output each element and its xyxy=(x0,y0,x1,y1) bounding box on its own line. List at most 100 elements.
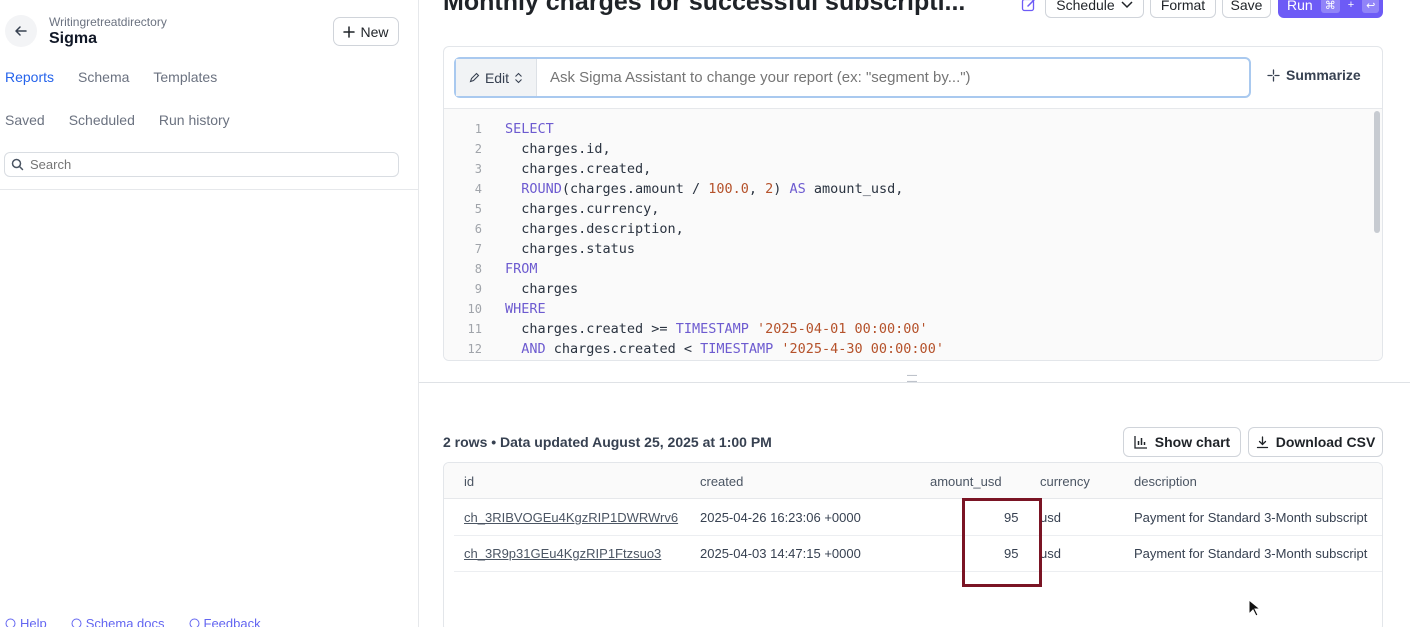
results-table: id created amount_usd currency descripti… xyxy=(443,462,1383,627)
download-csv-label: Download CSV xyxy=(1275,434,1376,450)
cell-description: Payment for Standard 3-Month subscript xyxy=(1134,510,1368,525)
code-text: WHERE xyxy=(505,301,546,317)
column-header-amount-usd[interactable]: amount_usd xyxy=(930,474,1002,489)
shortcut-enter: ↩ xyxy=(1362,0,1380,13)
secondary-nav: Saved Scheduled Run history xyxy=(5,112,230,128)
download-icon xyxy=(1256,435,1268,448)
line-number: 3 xyxy=(474,162,482,176)
resize-grip-icon[interactable]: — — xyxy=(906,371,918,387)
download-csv-button[interactable]: Download CSV xyxy=(1248,427,1383,457)
code-line: 3 charges.created, xyxy=(444,159,652,179)
pencil-icon xyxy=(469,72,480,83)
new-report-button[interactable]: New xyxy=(333,17,399,46)
column-header-currency[interactable]: currency xyxy=(1040,474,1090,489)
org-name: Sigma xyxy=(49,30,98,47)
search-box xyxy=(4,152,399,177)
format-label: Format xyxy=(1160,0,1206,13)
code-line: 1 SELECT xyxy=(444,119,554,139)
line-number: 4 xyxy=(474,182,482,196)
cell-description: Payment for Standard 3-Month subscript xyxy=(1134,546,1368,561)
save-button[interactable]: Save xyxy=(1222,0,1271,18)
line-number: 7 xyxy=(474,242,482,256)
column-header-id[interactable]: id xyxy=(464,474,474,489)
feedback-link[interactable]: Feedback xyxy=(189,616,261,627)
line-number: 8 xyxy=(474,262,482,276)
tab-schema[interactable]: Schema xyxy=(78,69,129,85)
editor-scrollbar[interactable] xyxy=(1374,111,1380,233)
tab-templates[interactable]: Templates xyxy=(153,69,217,85)
code-line: 5 charges.currency, xyxy=(444,199,660,219)
cell-id[interactable]: ch_3R9p31GEu4KgzRIP1Ftzsuo3 xyxy=(464,546,661,561)
mouse-cursor-icon xyxy=(1248,599,1260,617)
cell-currency: usd xyxy=(1040,510,1061,525)
code-line: 9 charges xyxy=(444,279,578,299)
table-row[interactable]: ch_3R9p31GEu4KgzRIP1Ftzsuo3 2025-04-03 1… xyxy=(454,536,1382,572)
feedback-label: Feedback xyxy=(203,616,261,627)
tab-reports[interactable]: Reports xyxy=(5,69,54,85)
run-button[interactable]: Run ⌘ + ↩ xyxy=(1278,0,1383,18)
code-text: charges.id, xyxy=(505,141,611,157)
sql-editor[interactable]: 1 SELECT 2 charges.id, 3 charges.created,… xyxy=(444,108,1382,360)
sidebar-footer: Help Schema docs Feedback xyxy=(5,616,261,627)
code-text: ROUND(charges.amount / 100.0, 2) AS amou… xyxy=(521,181,904,197)
result-info: 2 rows • Data updated August 25, 2025 at… xyxy=(443,434,772,450)
edit-mode-label: Edit xyxy=(484,69,510,86)
new-button-label: New xyxy=(360,23,389,40)
code-text: charges.created >= TIMESTAMP '2025-04-01… xyxy=(505,321,928,337)
code-text: charges.description, xyxy=(505,221,684,237)
save-label: Save xyxy=(1230,0,1263,13)
assistant-input[interactable] xyxy=(537,69,1237,86)
tab-scheduled[interactable]: Scheduled xyxy=(69,112,135,128)
summarize-label: Summarize xyxy=(1286,67,1361,83)
shortcut-plus: + xyxy=(1347,0,1355,11)
schema-docs-label: Schema docs xyxy=(85,616,165,627)
back-button[interactable] xyxy=(5,15,37,47)
editor-panel: Edit Summarize 1 SELECT 2 charges.id, 3 c… xyxy=(443,46,1383,361)
page-title: Monthly charges for successful subscript… xyxy=(443,0,966,16)
table-header: id created amount_usd currency descripti… xyxy=(444,463,1382,499)
cell-currency: usd xyxy=(1040,546,1061,561)
cell-created: 2025-04-03 14:47:15 +0000 xyxy=(700,546,861,561)
schedule-button[interactable]: Schedule xyxy=(1045,0,1144,18)
amount-highlight-box xyxy=(962,498,1042,587)
schedule-label: Schedule xyxy=(1056,0,1115,13)
plus-icon xyxy=(343,25,356,38)
column-header-created[interactable]: created xyxy=(700,474,743,489)
code-line: 4 ROUND(charges.amount / 100.0, 2) AS am… xyxy=(444,179,904,199)
app-root: Writingretreatdirectory Sigma New Report… xyxy=(0,0,1410,627)
sidebar: Writingretreatdirectory Sigma New Report… xyxy=(0,0,419,627)
edit-mode-select[interactable]: Edit xyxy=(456,59,537,96)
schema-docs-link[interactable]: Schema docs xyxy=(71,616,165,627)
code-text: charges.currency, xyxy=(505,201,660,217)
line-number: 9 xyxy=(474,282,482,296)
cell-id[interactable]: ch_3RIBVOGEu4KgzRIP1DWRWrv6 xyxy=(464,510,678,525)
summarize-button[interactable]: Summarize xyxy=(1267,67,1361,83)
edit-title-icon[interactable] xyxy=(1021,0,1037,13)
org-subtitle: Writingretreatdirectory xyxy=(49,15,167,29)
help-icon xyxy=(5,618,16,627)
help-label: Help xyxy=(20,616,47,627)
show-chart-button[interactable]: Show chart xyxy=(1123,427,1241,457)
code-text: SELECT xyxy=(505,121,554,137)
search-icon xyxy=(11,158,24,171)
cell-created: 2025-04-26 16:23:06 +0000 xyxy=(700,510,861,525)
line-number: 11 xyxy=(467,322,482,336)
code-line: 10 WHERE xyxy=(444,299,546,319)
code-line: 8 FROM xyxy=(444,259,538,279)
search-input[interactable] xyxy=(30,157,370,172)
column-header-description[interactable]: description xyxy=(1134,474,1197,489)
format-button[interactable]: Format xyxy=(1150,0,1216,18)
code-text: AND charges.created < TIMESTAMP '2025-4-… xyxy=(521,341,944,357)
tab-run-history[interactable]: Run history xyxy=(159,112,230,128)
table-row[interactable]: ch_3RIBVOGEu4KgzRIP1DWRWrv6 2025-04-26 1… xyxy=(454,500,1382,536)
help-link[interactable]: Help xyxy=(5,616,47,627)
line-number: 2 xyxy=(474,142,482,156)
chat-icon xyxy=(189,618,200,627)
code-line: 7 charges.status xyxy=(444,239,635,259)
show-chart-label: Show chart xyxy=(1154,434,1231,450)
primary-nav: Reports Schema Templates xyxy=(5,69,217,85)
sparkle-icon xyxy=(1267,68,1280,82)
tab-saved[interactable]: Saved xyxy=(5,112,45,128)
code-text: charges.status xyxy=(505,241,636,257)
code-text: charges xyxy=(505,281,579,297)
